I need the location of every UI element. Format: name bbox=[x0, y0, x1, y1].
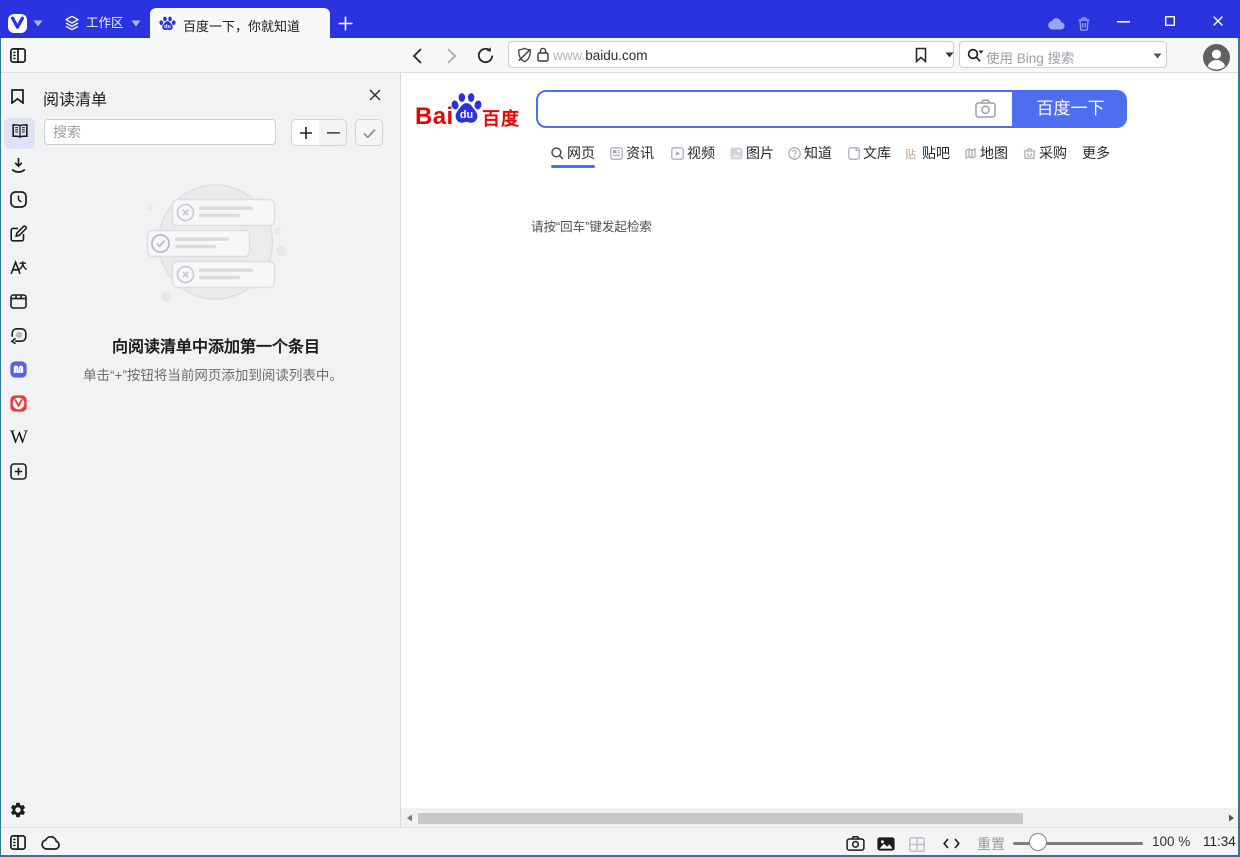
svg-text:贴: 贴 bbox=[905, 147, 916, 160]
svg-text:du: du bbox=[460, 109, 473, 121]
svg-text:du: du bbox=[164, 24, 171, 30]
